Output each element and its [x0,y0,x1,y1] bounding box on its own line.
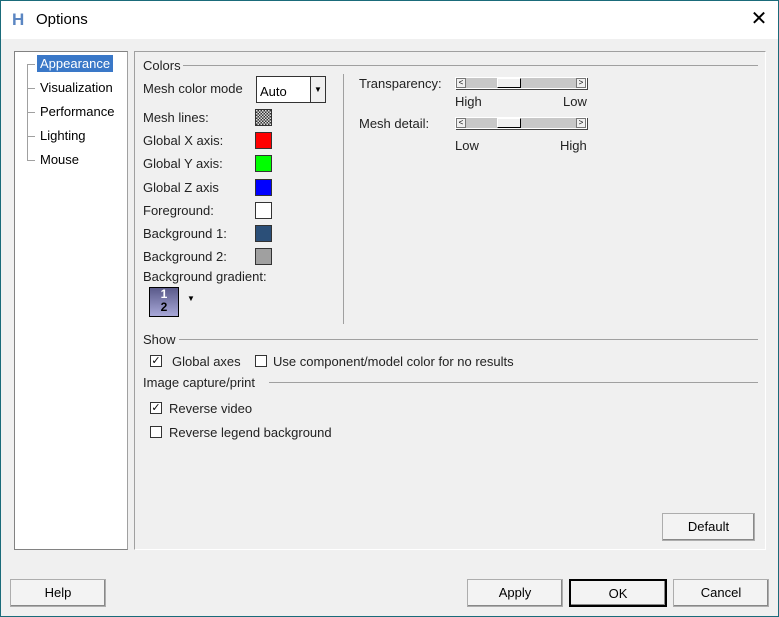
transparency-min-label: High [455,94,482,109]
reverse-legend-label: Reverse legend background [169,425,332,440]
gradient-bottom-label: 2 [160,300,168,314]
tree-item-visualization[interactable]: Visualization [37,79,116,96]
color-swatch-button[interactable] [255,109,272,126]
background-gradient-label: Background gradient: [143,269,267,284]
mesh-color-mode-value: Auto [260,84,287,99]
color-swatch-button[interactable] [255,178,272,196]
component-color-label: Use component/model color for no results [273,354,514,369]
appearance-panel [134,51,766,550]
color-swatch-button[interactable] [255,248,272,266]
reverse-legend-checkbox[interactable] [150,426,162,438]
mesh-detail-slider[interactable]: < > [455,117,587,129]
swatch-label: Global Y axis: [143,156,223,172]
swatch-label: Global Z axis [143,179,219,195]
color-swatch-button[interactable] [255,155,272,173]
transparency-slider[interactable]: < > [455,77,587,89]
tree-item-mouse[interactable]: Mouse [37,151,82,168]
colors-heading: Colors [143,58,181,73]
mesh-detail-label: Mesh detail: [359,116,430,131]
tree-item-appearance[interactable]: Appearance [37,55,114,72]
title-bar: H Options ✕ [1,1,778,39]
mesh-color-mode-label: Mesh color mode [143,81,243,96]
color-swatch-button[interactable] [255,132,272,150]
mesh-detail-min-label: Low [455,138,479,153]
help-button[interactable]: Help [10,579,106,607]
swatch-label: Foreground: [143,202,214,218]
ok-button[interactable]: OK [569,579,667,607]
background-gradient-button[interactable]: 1 2 [149,287,179,317]
show-heading: Show [143,332,176,347]
swatch-label: Global X axis: [143,133,224,149]
window-title: Options [36,11,88,28]
reverse-video-label: Reverse video [169,401,253,416]
image-capture-heading: Image capture/print [143,375,256,390]
mesh-detail-max-label: High [560,138,587,153]
apply-button[interactable]: Apply [467,579,563,607]
close-button[interactable]: ✕ [747,7,771,31]
reverse-video-checkbox[interactable]: ✓ [150,402,162,414]
transparency-max-label: Low [563,94,587,109]
app-icon: H [12,10,25,29]
tree-item-lighting[interactable]: Lighting [37,127,89,144]
mesh-color-mode-select[interactable]: Auto ▼ [256,76,326,103]
category-tree: Appearance Visualization Performance Lig… [14,51,128,550]
global-axes-label: Global axes [172,354,241,369]
swatch-label: Background 2: [143,249,227,265]
color-swatch-button[interactable] [255,201,272,219]
gradient-dropdown-arrow-icon[interactable]: ▼ [187,294,195,303]
options-dialog: H Options ✕ Appearance Visualization Per… [0,0,779,617]
chevron-down-icon: ▼ [310,77,325,102]
component-color-checkbox[interactable] [255,355,267,367]
cancel-button[interactable]: Cancel [673,579,769,607]
color-swatch-button[interactable] [255,225,272,242]
transparency-label: Transparency: [359,76,442,91]
tree-item-performance[interactable]: Performance [37,103,117,120]
swatch-label: Background 1: [143,226,227,241]
default-button[interactable]: Default [662,513,755,541]
swatch-label: Mesh lines: [143,110,209,125]
global-axes-checkbox[interactable]: ✓ [150,355,162,367]
